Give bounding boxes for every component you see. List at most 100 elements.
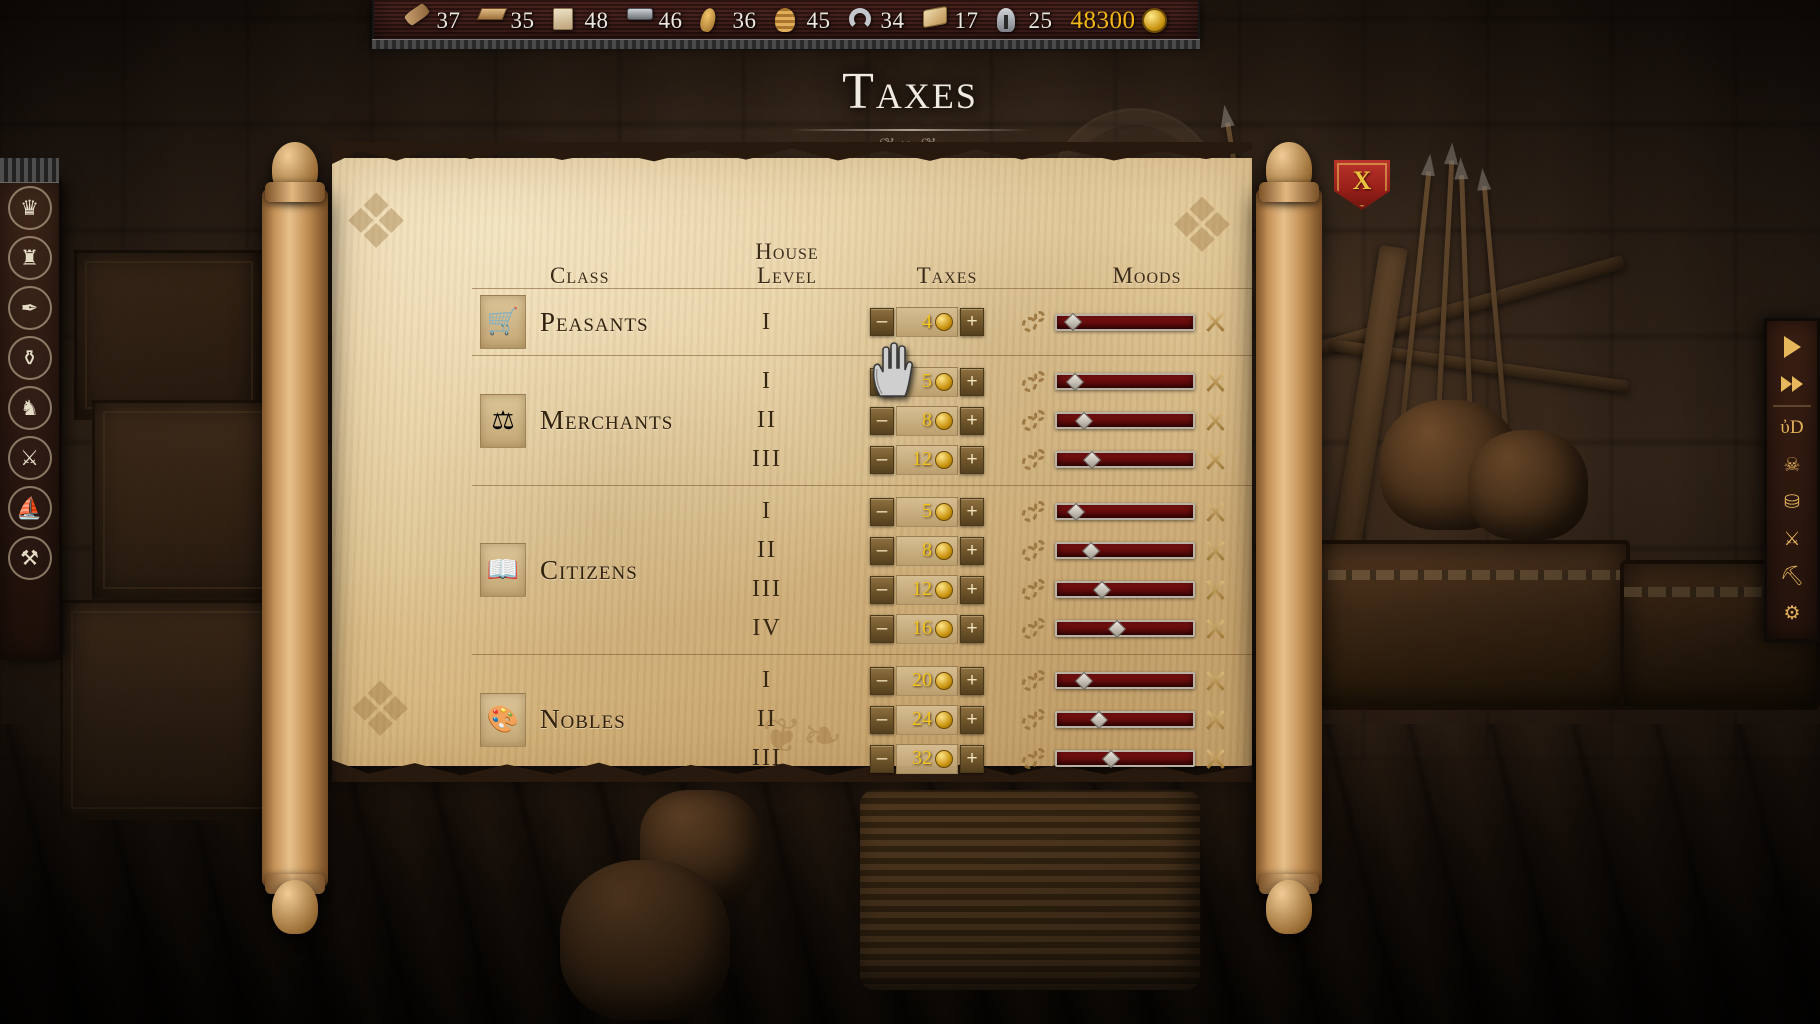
- crossed-swords-icon: [1204, 748, 1228, 770]
- right-menu-item-fast-forward[interactable]: [1772, 367, 1812, 401]
- mood-cell: [1022, 500, 1252, 523]
- mood-marker[interactable]: [1102, 749, 1121, 768]
- crossed-swords-icon: [1204, 501, 1228, 523]
- parchment-sheet: ❖ ❖ ❦❧ ❖ Class House Level Taxes Moods 🛒…: [332, 142, 1252, 782]
- right-menu-item-battles[interactable]: ⚔: [1772, 522, 1812, 556]
- mood-marker[interactable]: [1089, 710, 1109, 729]
- tax-increase-button[interactable]: +: [960, 445, 984, 474]
- tax-decrease-button[interactable]: –: [870, 367, 894, 396]
- mood-bar[interactable]: [1055, 372, 1195, 391]
- crossed-swords-icon: [1204, 540, 1228, 562]
- mood-marker[interactable]: [1074, 671, 1094, 690]
- table-row: III –12 +: [702, 570, 1252, 609]
- crate: [74, 250, 264, 420]
- mood-marker[interactable]: [1065, 372, 1084, 391]
- sidebar-item-trade[interactable]: ⛵: [7, 486, 52, 530]
- treasure-chest: [1300, 540, 1630, 710]
- tax-value: 20: [912, 669, 932, 691]
- mood-bar[interactable]: [1055, 671, 1195, 690]
- tax-stepper: – 4 +: [832, 307, 1022, 337]
- tax-decrease-button[interactable]: –: [870, 705, 894, 734]
- compass-icon: ⚒: [20, 545, 39, 570]
- mood-cell: [1022, 747, 1252, 770]
- tax-decrease-button[interactable]: –: [870, 744, 894, 773]
- right-sidebar-menu: ὐD ☠ ⛁ ⚔ ⛏ ⚙: [1764, 318, 1820, 642]
- tax-increase-button[interactable]: +: [960, 744, 984, 773]
- right-menu-item-settings[interactable]: ⚙: [1772, 596, 1812, 630]
- house-level-value: II: [757, 706, 777, 732]
- tax-decrease-button[interactable]: –: [870, 536, 894, 565]
- helmet-icon: [996, 8, 1023, 34]
- fast-forward-icon-2: [1792, 376, 1803, 392]
- tax-decrease-button[interactable]: –: [870, 497, 894, 526]
- mood-bar[interactable]: [1055, 580, 1195, 599]
- right-menu-item-treasury[interactable]: ⛁: [1772, 485, 1812, 519]
- tax-stepper: –12 +: [832, 444, 1022, 475]
- tax-increase-button[interactable]: +: [960, 614, 984, 643]
- tax-increase-button[interactable]: +: [960, 308, 984, 336]
- right-menu-item-deaths[interactable]: ☠: [1772, 448, 1812, 482]
- tax-decrease-button[interactable]: –: [870, 445, 894, 474]
- swords-icon: ⚔: [20, 445, 39, 470]
- mood-marker[interactable]: [1107, 619, 1127, 638]
- sidebar-item-decrees[interactable]: ✒: [7, 286, 52, 330]
- tax-stepper: – 5 +: [832, 496, 1022, 527]
- right-menu-item-search[interactable]: ὐD: [1772, 411, 1812, 445]
- tax-value-box: 5: [896, 496, 958, 527]
- resource-value-wood: 37: [436, 8, 461, 33]
- tax-decrease-button[interactable]: –: [870, 666, 894, 695]
- house-level-value: II: [757, 407, 777, 433]
- column-header-house-level: House Level: [722, 239, 852, 288]
- tax-decrease-button[interactable]: –: [870, 406, 894, 435]
- coin-icon: [935, 313, 953, 331]
- corner-flourish-bottom-left: ❖: [346, 665, 415, 754]
- class-rows: I –5 + II –8 + III –12 +: [702, 362, 1252, 479]
- sidebar-item-buildings[interactable]: ♜: [7, 236, 52, 280]
- tax-stepper: – 8 +: [832, 535, 1022, 566]
- mood-cell: [1022, 370, 1252, 393]
- tax-decrease-button[interactable]: –: [870, 308, 894, 336]
- tax-increase-button[interactable]: +: [960, 406, 984, 435]
- resource-value-gold: 48300: [1070, 7, 1136, 34]
- mood-bar[interactable]: [1055, 411, 1195, 430]
- mood-bar[interactable]: [1055, 710, 1195, 729]
- sidebar-item-food[interactable]: ⚱: [7, 336, 52, 380]
- mood-marker[interactable]: [1064, 312, 1083, 332]
- house-level-value: I: [762, 667, 772, 693]
- tax-increase-button[interactable]: +: [960, 575, 984, 604]
- crossed-swords-icon: [1204, 618, 1228, 640]
- mood-marker[interactable]: [1083, 450, 1102, 469]
- tax-value-box: 12: [896, 574, 958, 605]
- sidebar-item-army[interactable]: ♞: [7, 386, 52, 430]
- mood-bar[interactable]: [1055, 502, 1195, 521]
- right-menu-item-storage[interactable]: ⛏: [1772, 559, 1812, 593]
- mood-bar[interactable]: [1055, 619, 1195, 638]
- tax-increase-button[interactable]: +: [960, 666, 984, 695]
- tax-value-box: 12: [896, 444, 958, 475]
- class-cell: 📖 Citizens: [472, 543, 702, 597]
- sidebar-item-war[interactable]: ⚔: [7, 436, 52, 480]
- mood-marker[interactable]: [1066, 502, 1086, 521]
- mood-cell: [1022, 539, 1252, 562]
- coin-icon: [935, 710, 953, 729]
- tax-stepper: –12 +: [832, 574, 1022, 605]
- mood-bar[interactable]: [1055, 541, 1195, 560]
- house-level-value: III: [752, 576, 782, 602]
- book-icon: 📖: [480, 543, 526, 597]
- mood-marker[interactable]: [1092, 580, 1112, 599]
- tax-increase-button[interactable]: +: [960, 367, 984, 396]
- tax-increase-button[interactable]: +: [960, 705, 984, 734]
- tax-increase-button[interactable]: +: [960, 497, 984, 526]
- tax-decrease-button[interactable]: –: [870, 614, 894, 643]
- mood-marker[interactable]: [1081, 541, 1101, 560]
- mood-bar[interactable]: [1055, 749, 1195, 768]
- mood-marker[interactable]: [1074, 411, 1094, 430]
- sidebar-item-builders[interactable]: ⚒: [7, 536, 52, 580]
- right-menu-item-play[interactable]: [1772, 330, 1812, 364]
- mood-bar[interactable]: [1055, 450, 1195, 469]
- table-header-row: Class House Level Taxes Moods: [472, 218, 1252, 288]
- tax-increase-button[interactable]: +: [960, 536, 984, 565]
- mood-bar[interactable]: [1055, 312, 1195, 332]
- tax-decrease-button[interactable]: –: [870, 575, 894, 604]
- sidebar-item-kingdom[interactable]: ♛: [7, 186, 52, 230]
